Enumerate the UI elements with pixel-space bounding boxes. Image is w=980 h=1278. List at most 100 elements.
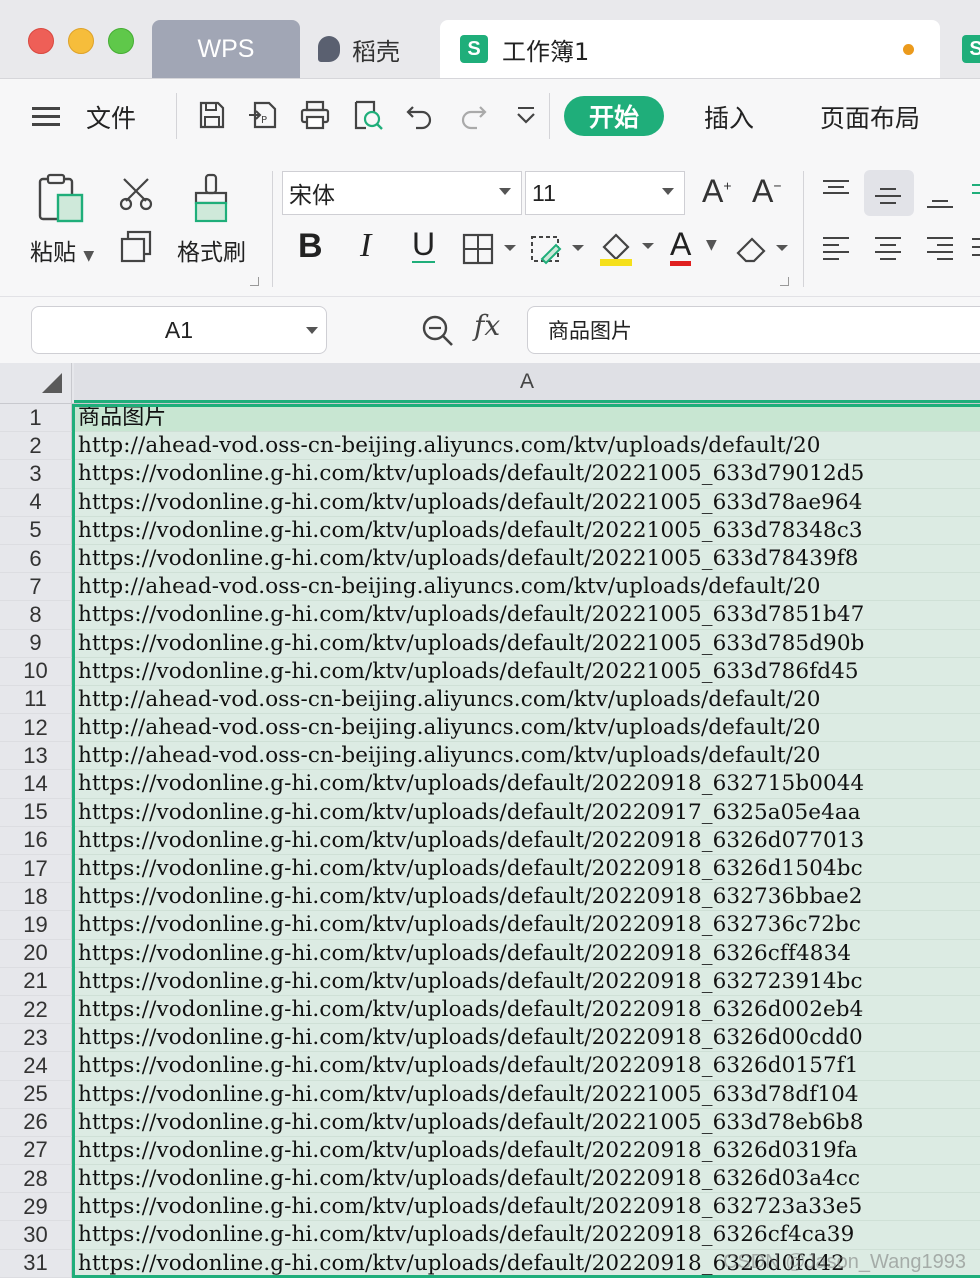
row-header[interactable]: 24 xyxy=(0,1052,72,1081)
formula-input[interactable]: 商品图片 xyxy=(527,306,980,354)
cell-a[interactable]: https://vodonline.g-hi.com/ktv/uploads/d… xyxy=(72,911,980,940)
cell-a[interactable]: https://vodonline.g-hi.com/ktv/uploads/d… xyxy=(72,657,980,686)
paste-icon[interactable] xyxy=(36,173,86,225)
cell-a[interactable]: https://vodonline.g-hi.com/ktv/uploads/d… xyxy=(72,1165,980,1194)
paste-button[interactable]: 粘贴 ▼ xyxy=(30,233,94,267)
cut-icon[interactable] xyxy=(118,175,154,211)
redo-icon[interactable] xyxy=(457,99,489,131)
tab-home[interactable]: 开始 xyxy=(564,96,664,136)
row-header[interactable]: 3 xyxy=(0,460,72,489)
row-header[interactable]: 14 xyxy=(0,770,72,799)
cell-a[interactable]: https://vodonline.g-hi.com/ktv/uploads/d… xyxy=(72,826,980,855)
cell-a[interactable]: https://vodonline.g-hi.com/ktv/uploads/d… xyxy=(72,1221,980,1250)
cell-a[interactable]: http://ahead-vod.oss-cn-beijing.aliyuncs… xyxy=(72,573,980,602)
insert-function-fx-button[interactable]: fx xyxy=(474,309,500,342)
row-header[interactable]: 29 xyxy=(0,1193,72,1222)
cell-style-icon[interactable] xyxy=(530,233,586,265)
row-header[interactable]: 9 xyxy=(0,629,72,658)
chevron-down-icon[interactable]: ▼ xyxy=(706,237,717,253)
row-header[interactable]: 10 xyxy=(0,657,72,686)
save-icon[interactable] xyxy=(196,99,228,131)
format-painter-button[interactable]: 格式刷 xyxy=(177,233,246,267)
row-header[interactable]: 23 xyxy=(0,1024,72,1053)
print-preview-icon[interactable] xyxy=(352,99,384,131)
fill-color-icon[interactable] xyxy=(598,229,656,267)
grow-font-button[interactable]: A+ xyxy=(702,173,732,210)
ribbon-overflow-partial-icon[interactable] xyxy=(968,177,980,267)
hamburger-menu-icon[interactable] xyxy=(32,107,60,126)
menu-file[interactable]: 文件 xyxy=(86,99,136,135)
row-header[interactable]: 27 xyxy=(0,1136,72,1166)
row-header[interactable]: 6 xyxy=(0,544,72,574)
cell-a[interactable]: http://ahead-vod.oss-cn-beijing.aliyuncs… xyxy=(72,432,980,461)
column-header-a[interactable]: A xyxy=(74,363,980,403)
cell-a[interactable]: http://ahead-vod.oss-cn-beijing.aliyuncs… xyxy=(72,685,980,715)
paste-dropdown-caret-icon[interactable]: ▼ xyxy=(83,248,94,264)
tab-insert[interactable]: 插入 xyxy=(704,99,754,135)
align-center-icon[interactable] xyxy=(872,233,904,265)
cell-a[interactable]: https://vodonline.g-hi.com/ktv/uploads/d… xyxy=(72,1108,980,1137)
row-header[interactable]: 19 xyxy=(0,911,72,940)
tab-page-layout[interactable]: 页面布局 xyxy=(820,99,920,135)
cell-a[interactable]: https://vodonline.g-hi.com/ktv/uploads/d… xyxy=(72,1136,980,1166)
export-pdf-icon[interactable]: P xyxy=(247,99,279,131)
close-window-button[interactable] xyxy=(28,28,54,54)
clear-format-eraser-icon[interactable] xyxy=(734,233,790,265)
align-left-icon[interactable] xyxy=(820,233,852,265)
row-header[interactable]: 15 xyxy=(0,798,72,827)
print-icon[interactable] xyxy=(299,99,331,131)
cell-a[interactable]: 商品图片 xyxy=(72,404,980,433)
font-name-select[interactable]: 宋体 xyxy=(282,171,522,215)
align-top-icon[interactable] xyxy=(820,177,852,209)
cell-a[interactable]: https://vodonline.g-hi.com/ktv/uploads/d… xyxy=(72,544,980,574)
cell-a[interactable]: https://vodonline.g-hi.com/ktv/uploads/d… xyxy=(72,1080,980,1109)
cell-a[interactable]: https://vodonline.g-hi.com/ktv/uploads/d… xyxy=(72,488,980,517)
align-bottom-icon[interactable] xyxy=(924,183,956,215)
name-box[interactable]: A1 xyxy=(31,306,327,354)
maximize-window-button[interactable] xyxy=(108,28,134,54)
cell-a[interactable]: https://vodonline.g-hi.com/ktv/uploads/d… xyxy=(72,798,980,827)
row-header[interactable]: 26 xyxy=(0,1108,72,1137)
cell-a[interactable]: http://ahead-vod.oss-cn-beijing.aliyuncs… xyxy=(72,742,980,771)
undo-icon[interactable] xyxy=(404,99,436,131)
bold-button[interactable]: B xyxy=(298,227,323,266)
row-header[interactable]: 25 xyxy=(0,1080,72,1109)
cell-a[interactable]: https://vodonline.g-hi.com/ktv/uploads/d… xyxy=(72,629,980,658)
row-header[interactable]: 8 xyxy=(0,601,72,630)
row-header[interactable]: 21 xyxy=(0,967,72,996)
cell-a[interactable]: https://vodonline.g-hi.com/ktv/uploads/d… xyxy=(72,855,980,884)
font-size-select[interactable]: 11 xyxy=(525,171,685,215)
shrink-font-button[interactable]: A− xyxy=(752,173,782,210)
cell-a[interactable]: https://vodonline.g-hi.com/ktv/uploads/d… xyxy=(72,460,980,489)
row-header[interactable]: 7 xyxy=(0,573,72,602)
row-header[interactable]: 1 xyxy=(0,404,72,433)
cell-a[interactable]: https://vodonline.g-hi.com/ktv/uploads/d… xyxy=(72,1052,980,1081)
row-header[interactable]: 22 xyxy=(0,995,72,1025)
font-dialog-launcher-icon[interactable] xyxy=(780,277,789,286)
row-header[interactable]: 20 xyxy=(0,939,72,968)
underline-button[interactable]: U xyxy=(412,227,436,263)
minimize-window-button[interactable] xyxy=(68,28,94,54)
copy-icon[interactable] xyxy=(118,229,154,265)
tab-workbook[interactable]: S 工作簿1 xyxy=(440,20,940,78)
row-header[interactable]: 13 xyxy=(0,742,72,771)
cell-a[interactable]: https://vodonline.g-hi.com/ktv/uploads/d… xyxy=(72,1193,980,1222)
customize-toolbar-chevron-icon[interactable] xyxy=(510,99,542,131)
row-header[interactable]: 18 xyxy=(0,883,72,912)
cell-a[interactable]: https://vodonline.g-hi.com/ktv/uploads/d… xyxy=(72,939,980,968)
cell-a[interactable]: https://vodonline.g-hi.com/ktv/uploads/d… xyxy=(72,770,980,799)
row-header[interactable]: 12 xyxy=(0,714,72,743)
row-header[interactable]: 17 xyxy=(0,855,72,884)
row-header[interactable]: 31 xyxy=(0,1249,72,1278)
cell-a[interactable]: https://vodonline.g-hi.com/ktv/uploads/d… xyxy=(72,995,980,1025)
borders-icon[interactable] xyxy=(462,233,518,265)
row-header[interactable]: 28 xyxy=(0,1165,72,1194)
row-header[interactable]: 16 xyxy=(0,826,72,855)
cell-a[interactable]: http://ahead-vod.oss-cn-beijing.aliyuncs… xyxy=(72,714,980,743)
cell-a[interactable]: https://vodonline.g-hi.com/ktv/uploads/d… xyxy=(72,967,980,996)
tab-wps[interactable]: WPS xyxy=(152,20,300,78)
tab-next-partial[interactable]: S xyxy=(962,20,980,78)
align-right-icon[interactable] xyxy=(924,233,956,265)
row-header[interactable]: 4 xyxy=(0,488,72,517)
cell-a[interactable]: https://vodonline.g-hi.com/ktv/uploads/d… xyxy=(72,601,980,630)
